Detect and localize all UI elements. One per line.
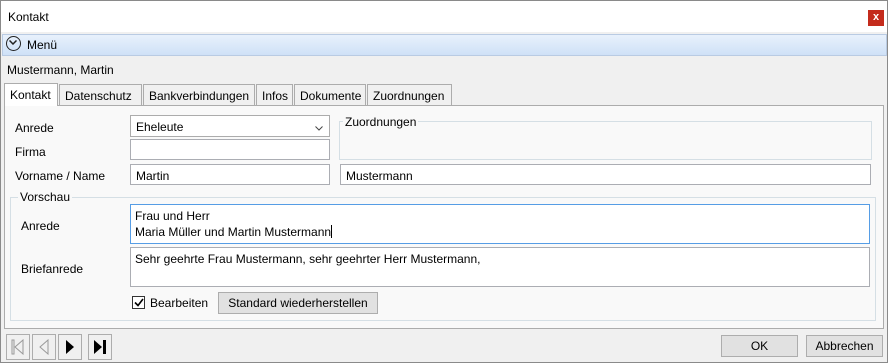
- close-button[interactable]: x: [868, 10, 884, 26]
- anrede-line-1: Frau und Herr: [135, 209, 210, 223]
- tab-zuordnungen[interactable]: Zuordnungen: [367, 84, 452, 105]
- zuordnungen-group-title: Zuordnungen: [343, 115, 419, 129]
- previous-record-icon: [39, 339, 49, 355]
- previous-record-button[interactable]: [32, 334, 56, 360]
- standard-wiederherstellen-button[interactable]: Standard wiederherstellen: [218, 292, 378, 314]
- anrede-select[interactable]: Eheleute: [130, 115, 330, 137]
- vorschau-anrede-label: Anrede: [21, 219, 60, 233]
- window-title: Kontakt: [8, 10, 49, 24]
- last-record-icon: [94, 340, 106, 354]
- firma-input[interactable]: [130, 139, 330, 160]
- anrede-select-value: Eheleute: [136, 120, 184, 134]
- tab-bankverbindungen[interactable]: Bankverbindungen: [143, 84, 255, 105]
- vorname-name-label: Vorname / Name: [15, 169, 106, 183]
- next-record-icon: [66, 340, 74, 354]
- firma-label: Firma: [15, 145, 46, 159]
- chevron-down-circle-icon[interactable]: [6, 36, 21, 51]
- bearbeiten-checkbox[interactable]: [132, 296, 145, 309]
- next-record-button[interactable]: [58, 334, 82, 360]
- nachname-input[interactable]: Mustermann: [340, 164, 871, 185]
- tab-infos[interactable]: Infos: [256, 84, 293, 105]
- ok-button[interactable]: OK: [721, 335, 798, 357]
- contact-name-heading: Mustermann, Martin: [7, 63, 114, 77]
- vorschau-anrede-textarea[interactable]: Frau und Herr Maria Müller und Martin Mu…: [130, 204, 870, 244]
- briefanrede-textarea[interactable]: Sehr geehrte Frau Mustermann, sehr geehr…: [130, 247, 870, 287]
- zuordnungen-group: Zuordnungen: [339, 115, 872, 160]
- menu-bar[interactable]: Menü: [2, 34, 887, 56]
- chevron-down-icon: [315, 120, 323, 134]
- tab-dokumente[interactable]: Dokumente: [294, 84, 366, 105]
- tab-datenschutz[interactable]: Datenschutz: [59, 84, 142, 105]
- menu-label[interactable]: Menü: [27, 38, 57, 52]
- abbrechen-button[interactable]: Abbrechen: [806, 335, 883, 357]
- tab-kontakt[interactable]: Kontakt: [4, 83, 58, 106]
- vorname-input[interactable]: Martin: [130, 164, 330, 185]
- bearbeiten-label[interactable]: Bearbeiten: [150, 296, 208, 310]
- anrede-label: Anrede: [15, 121, 54, 135]
- first-record-button[interactable]: [6, 334, 30, 360]
- text-caret: [331, 225, 333, 238]
- title-bar: Kontakt x: [1, 1, 887, 32]
- last-record-button[interactable]: [88, 334, 112, 360]
- kontakt-panel: Anrede Eheleute Zuordnungen Firma Vornam…: [4, 105, 884, 329]
- anrede-line-2: Maria Müller und Martin Mustermann: [135, 225, 332, 239]
- vorschau-group-title: Vorschau: [18, 190, 73, 204]
- first-record-icon: [11, 339, 24, 355]
- briefanrede-label: Briefanrede: [21, 262, 84, 276]
- kontakt-window: Kontakt x Menü Mustermann, Martin Kontak…: [0, 0, 888, 363]
